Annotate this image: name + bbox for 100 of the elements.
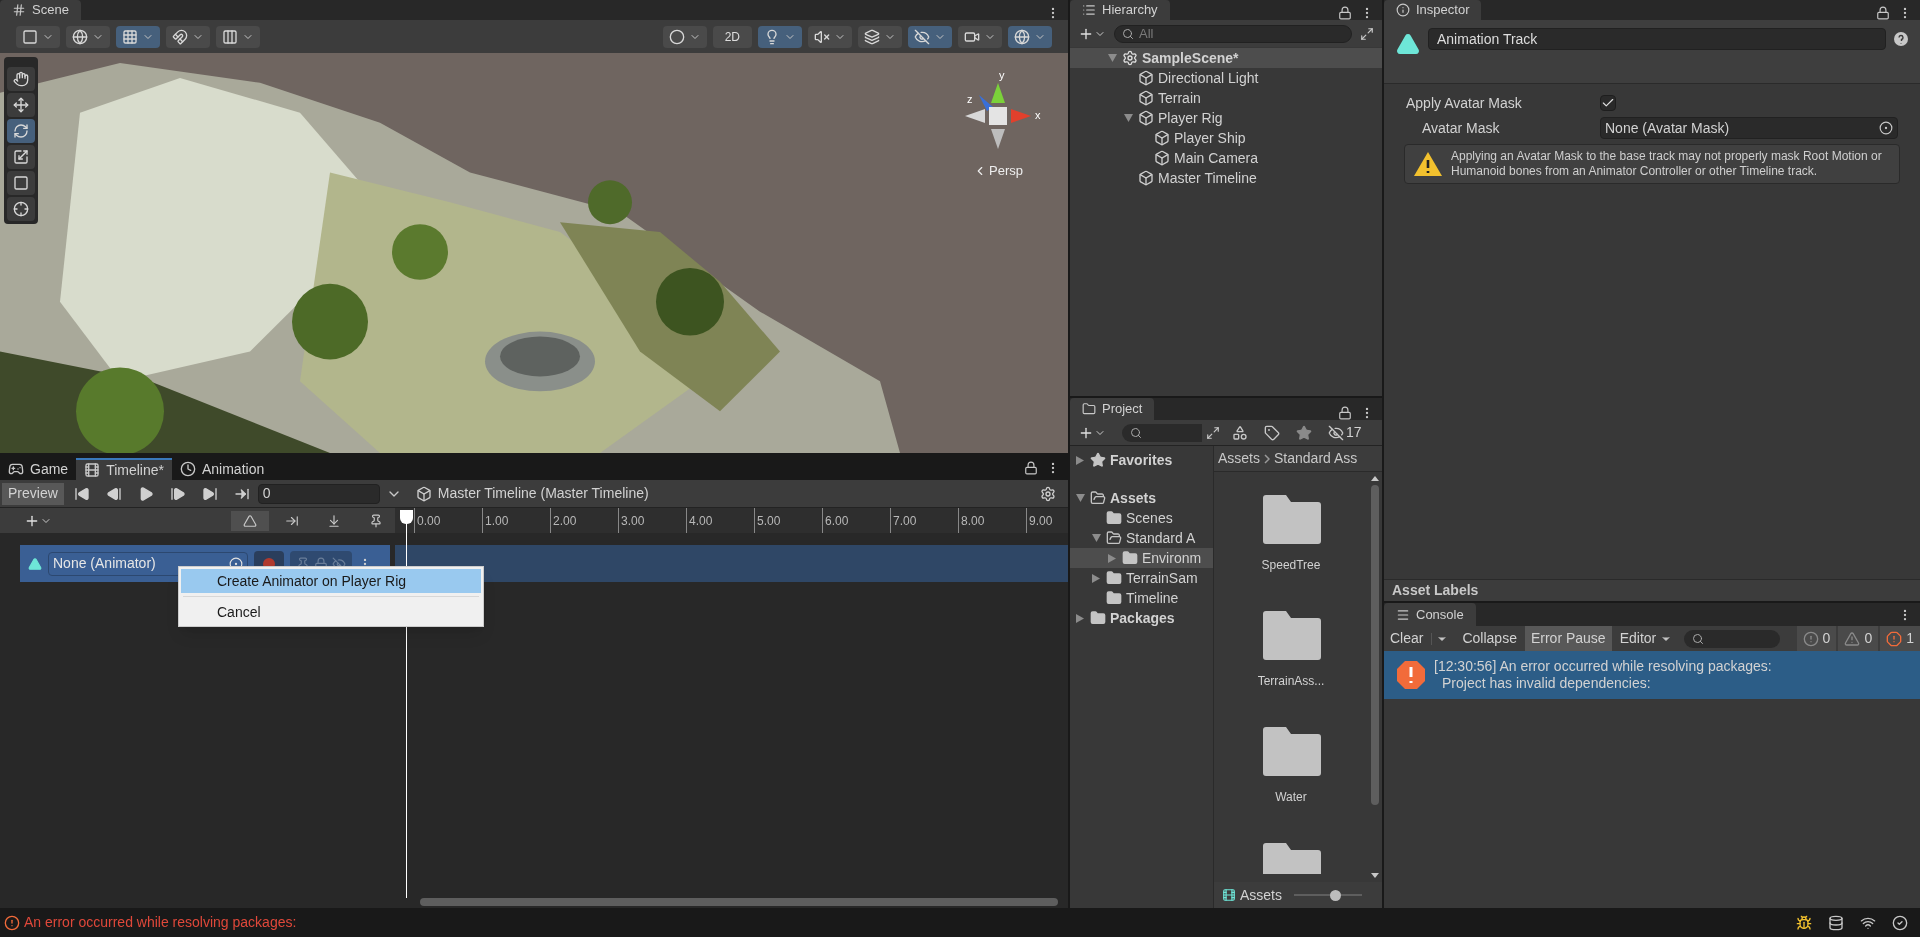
shading-mode-button[interactable] xyxy=(16,25,60,48)
panel-tab[interactable]: Animation xyxy=(171,458,273,480)
panel-tab[interactable]: Scene xyxy=(0,0,81,20)
asset-item[interactable]: TerrainAss... xyxy=(1214,588,1368,704)
tree-item[interactable]: Timeline xyxy=(1070,588,1213,608)
tree-item[interactable]: Main Camera xyxy=(1070,148,1382,168)
tree-item[interactable]: Scenes xyxy=(1070,508,1213,528)
gizmo-button[interactable] xyxy=(1008,25,1052,48)
asset-item[interactable]: Water xyxy=(1214,704,1368,820)
scroll-up-icon[interactable] xyxy=(1371,476,1379,481)
asset-item[interactable]: SpeedTree xyxy=(1214,472,1368,588)
collapsed-arrow-icon[interactable] xyxy=(1076,455,1084,465)
panel-tab[interactable]: Console xyxy=(1384,603,1476,626)
tab-label: Animation xyxy=(201,459,265,479)
tree-item[interactable]: SampleScene* xyxy=(1070,48,1382,68)
menu-item[interactable]: Cancel xyxy=(181,600,481,624)
checkbox[interactable] xyxy=(1600,95,1616,111)
preview-button[interactable]: Preview xyxy=(2,482,64,505)
panel-tab[interactable]: Project xyxy=(1070,398,1155,420)
tool-button[interactable] xyxy=(7,171,35,195)
time-ruler[interactable]: 0.00 1.00 2.00 3.00 4.00 5.00 6.00 7.00 8.00 9.00 xyxy=(395,508,1068,533)
grid-button[interactable] xyxy=(216,25,260,48)
tree-item[interactable]: Player Rig xyxy=(1070,108,1382,128)
collapsed-arrow-icon[interactable] xyxy=(1108,553,1116,563)
cube-icon xyxy=(1138,70,1154,86)
folder-icon xyxy=(1261,726,1321,776)
tree-item[interactable]: Standard A xyxy=(1070,528,1213,548)
transform-icon xyxy=(13,201,29,217)
search-field[interactable] xyxy=(1684,629,1781,648)
tree-item[interactable]: Packages xyxy=(1070,608,1213,628)
frame-field[interactable]: 0 xyxy=(257,483,380,504)
grid-snap-button[interactable] xyxy=(116,25,160,48)
hidden-eye-button[interactable] xyxy=(908,25,952,48)
console-button[interactable]: Error Pause xyxy=(1524,626,1612,651)
tree-item[interactable]: TerrainSam xyxy=(1070,568,1213,588)
menu-item[interactable]: Create Animator on Player Rig xyxy=(181,569,481,593)
search-field[interactable] xyxy=(1122,423,1202,442)
object-field[interactable]: None (Avatar Mask) xyxy=(1600,117,1898,139)
expanded-arrow-icon[interactable] xyxy=(1107,54,1117,62)
panel-tab[interactable]: Inspector xyxy=(1384,0,1482,20)
console-entry[interactable]: [12:30:56] An error occurred while resolving packages: Project has invalid dependencies: xyxy=(1384,651,1920,699)
expanded-arrow-icon[interactable] xyxy=(1075,494,1085,502)
collapsed-arrow-icon[interactable] xyxy=(1092,573,1100,583)
collapsed-arrow-icon[interactable] xyxy=(1076,613,1084,623)
lightbulb-button[interactable] xyxy=(758,25,802,48)
slider-thumb[interactable] xyxy=(1329,889,1341,901)
layers-button[interactable] xyxy=(858,25,902,48)
circle-button[interactable] xyxy=(662,25,707,48)
search-icon xyxy=(1692,632,1705,645)
tree-item[interactable]: Favorites xyxy=(1070,450,1213,470)
count-toggle[interactable]: 1 xyxy=(1880,626,1920,651)
mute-button[interactable] xyxy=(808,25,852,48)
console-button[interactable]: Collapse xyxy=(1456,626,1523,651)
count-toggle[interactable]: 0 xyxy=(1796,626,1837,651)
breadcrumb-item[interactable]: Standard Ass xyxy=(1274,448,1358,469)
lock-icon xyxy=(1876,6,1890,20)
camera-button[interactable] xyxy=(958,25,1002,48)
tree-item[interactable]: Player Ship xyxy=(1070,128,1382,148)
timeline-asset-breadcrumb[interactable]: Master Timeline (Master Timeline) xyxy=(407,480,657,507)
2d-mode-button[interactable]: 2D xyxy=(712,25,752,48)
projection-label[interactable]: Persp xyxy=(989,161,1023,181)
hidden-eye-icon xyxy=(1328,424,1344,441)
timeline-toggle-button[interactable] xyxy=(231,510,269,531)
asset-labels-header[interactable]: Asset Labels xyxy=(1384,579,1920,601)
cube-icon xyxy=(1138,110,1154,126)
ruler-label: 5.00 xyxy=(757,513,781,530)
tool-button[interactable] xyxy=(7,67,35,91)
expanded-arrow-icon[interactable] xyxy=(1091,534,1101,542)
gizmo-icon xyxy=(1014,28,1030,45)
tool-button[interactable] xyxy=(7,93,35,117)
name-field[interactable]: Animation Track xyxy=(1428,28,1886,50)
search-mode-icon xyxy=(1206,425,1220,440)
expanded-arrow-icon[interactable] xyxy=(1123,114,1133,122)
horizontal-scrollbar[interactable] xyxy=(420,898,1058,906)
tree-item[interactable]: Directional Light xyxy=(1070,68,1382,88)
panel-tab[interactable]: Timeline* xyxy=(76,458,172,480)
panel-tab[interactable]: Hierarchy xyxy=(1070,0,1170,20)
asset-name: TerrainAss... xyxy=(1257,673,1325,690)
tree-item[interactable]: Environm xyxy=(1070,548,1213,568)
breadcrumb-item[interactable]: Assets xyxy=(1218,448,1260,469)
tree-item[interactable]: Master Timeline xyxy=(1070,168,1382,188)
step-forward-icon xyxy=(169,485,186,502)
console-button[interactable]: Clear xyxy=(1384,626,1455,651)
tool-button[interactable] xyxy=(7,145,35,169)
tab-label: Game xyxy=(30,459,69,479)
magnet-button[interactable] xyxy=(166,25,210,48)
lock-icon xyxy=(1024,460,1038,475)
count-toggle[interactable]: 0 xyxy=(1838,626,1879,651)
search-field[interactable]: All xyxy=(1114,24,1352,43)
tree-item[interactable]: Assets xyxy=(1070,488,1213,508)
panel-title: Hierarchy xyxy=(1102,1,1158,20)
panel-tab[interactable]: Game xyxy=(0,458,77,480)
tool-button[interactable] xyxy=(7,197,35,221)
scroll-down-icon[interactable] xyxy=(1371,873,1379,878)
tree-item[interactable]: Terrain xyxy=(1070,88,1382,108)
tool-button[interactable] xyxy=(7,119,35,143)
zoom-slider[interactable] xyxy=(1294,889,1362,901)
globe-button[interactable] xyxy=(66,25,110,48)
globe-icon xyxy=(72,28,88,45)
console-button[interactable]: Editor xyxy=(1613,626,1679,651)
